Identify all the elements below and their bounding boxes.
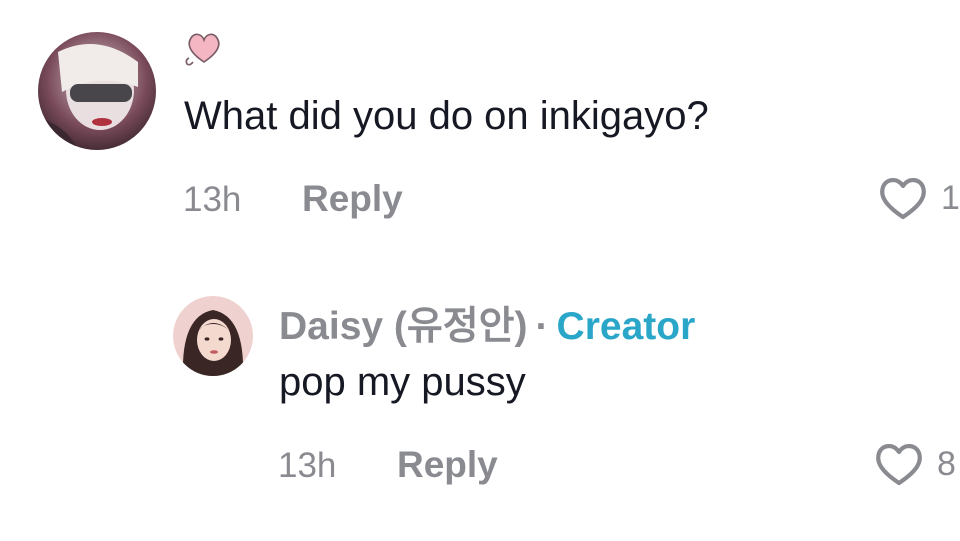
reply-author-line: Daisy (유정안) · Creator bbox=[279, 295, 695, 351]
like-button[interactable]: 1 bbox=[877, 175, 960, 221]
like-count: 8 bbox=[937, 444, 956, 483]
author-name[interactable]: Daisy (유정안) bbox=[279, 305, 528, 348]
like-button[interactable]: 8 bbox=[873, 441, 956, 487]
heart-icon bbox=[873, 441, 925, 487]
reply-button[interactable]: Reply bbox=[302, 178, 403, 220]
avatar-image bbox=[38, 32, 156, 150]
comment-timestamp: 13h bbox=[183, 180, 242, 219]
heart-sticker-icon bbox=[183, 28, 225, 73]
reply-timestamp: 13h bbox=[278, 446, 337, 485]
comment-text: What did you do on inkigayo? bbox=[184, 94, 709, 138]
separator: · bbox=[535, 305, 549, 348]
avatar[interactable] bbox=[173, 296, 253, 376]
avatar[interactable] bbox=[38, 32, 156, 150]
avatar-image bbox=[173, 296, 253, 376]
like-count: 1 bbox=[941, 178, 960, 217]
creator-badge: Creator bbox=[556, 305, 696, 348]
heart-icon bbox=[877, 175, 929, 221]
reply-button[interactable]: Reply bbox=[397, 444, 498, 486]
reply-text: pop my pussy bbox=[279, 360, 526, 404]
